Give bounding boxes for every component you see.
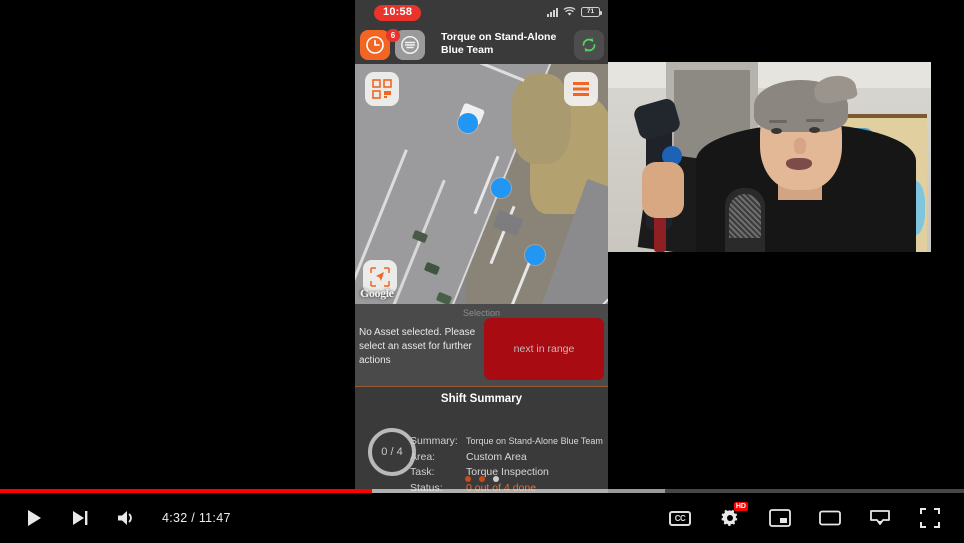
progress-ring: 0 / 4	[368, 428, 416, 476]
webcam-overlay	[608, 62, 931, 252]
map-attribution: Google	[360, 286, 394, 300]
cellular-signal-icon	[547, 7, 558, 17]
theater-mode-icon[interactable]	[810, 498, 850, 538]
presenter-hand	[642, 162, 684, 218]
closed-captions-icon[interactable]: CC	[660, 498, 700, 538]
microphone-mesh	[729, 194, 761, 238]
page-dot[interactable]	[464, 476, 471, 482]
gimbal-red-accent	[654, 212, 666, 252]
phone-status-bar: 10:58 71	[355, 0, 608, 26]
app-title-line2: Blue Team	[441, 44, 494, 56]
hamburger-menu-icon[interactable]	[564, 72, 598, 106]
app-header: 6 Torque on Stand-Alone Blue Team	[355, 26, 608, 64]
next-video-icon[interactable]	[60, 498, 100, 538]
progress-ring-value: 0 / 4	[381, 446, 403, 458]
map-marker[interactable]	[491, 178, 511, 198]
selection-panel: Selection No Asset selected. Please sele…	[355, 304, 608, 386]
time-display: 4:32 / 11:47	[162, 511, 231, 525]
fullscreen-icon[interactable]	[910, 498, 950, 538]
clock-icon[interactable]: 6	[360, 29, 400, 60]
room-ceiling	[608, 62, 931, 88]
captions-label: CC	[669, 510, 691, 526]
gear-icon[interactable]: HD	[710, 498, 750, 538]
shift-summary-title: Shift Summary	[355, 387, 608, 412]
page-dot[interactable]	[478, 476, 485, 482]
summary-rows: Summary: Torque on Stand-Alone Blue Team…	[410, 434, 603, 496]
play-icon[interactable]	[14, 498, 54, 538]
presenter-brow-right	[806, 119, 824, 122]
summary-key: Summary:	[410, 435, 458, 447]
page-dot-active[interactable]	[492, 476, 499, 482]
summary-key: Area:	[410, 450, 436, 463]
summary-value: Torque on Stand-Alone Blue Team	[466, 436, 603, 446]
summary-value: Custom Area	[466, 450, 527, 463]
refresh-sync-icon[interactable]	[574, 30, 604, 60]
status-bar-time: 10:58	[374, 5, 422, 21]
video-control-bar: 4:32 / 11:47 CC HD	[0, 493, 964, 543]
status-bar-indicators: 71	[547, 7, 602, 17]
map-marker[interactable]	[525, 245, 545, 265]
player-right-controls: CC HD	[660, 498, 964, 538]
presenter-eye-left	[771, 128, 782, 134]
volume-icon[interactable]	[106, 498, 146, 538]
no-asset-message: No Asset selected. Please select an asse…	[359, 327, 476, 366]
quality-badge: HD	[733, 502, 748, 511]
page-indicator-dots[interactable]	[355, 476, 608, 482]
app-title: Torque on Stand-Alone Blue Team	[441, 31, 571, 57]
wifi-icon	[563, 7, 576, 16]
battery-icon: 71	[581, 7, 602, 17]
next-in-range-button[interactable]: next in range	[484, 318, 604, 380]
app-title-line1: Torque on Stand-Alone	[441, 31, 557, 43]
presenter-nose	[794, 138, 806, 154]
selection-label: Selection	[462, 308, 501, 318]
presenter-brow-left	[769, 120, 787, 123]
phone-screen-recording: 10:58 71 6 Torque on Stand-Alone Blue Te…	[355, 0, 608, 543]
summary-row-summary: Summary: Torque on Stand-Alone Blue Team	[410, 434, 603, 450]
map-view[interactable]: Google	[355, 64, 608, 304]
presenter-eye-right	[809, 127, 820, 133]
summary-row-area: Area: Custom Area	[410, 450, 603, 466]
map-marker[interactable]	[458, 113, 478, 133]
battery-level: 71	[586, 7, 595, 15]
clock-badge-count: 6	[386, 29, 400, 42]
cast-airplay-icon[interactable]	[860, 498, 900, 538]
presenter-mouth	[786, 158, 812, 170]
miniplayer-icon[interactable]	[760, 498, 800, 538]
qr-scan-icon[interactable]	[365, 72, 399, 106]
player-left-controls: 4:32 / 11:47	[0, 498, 231, 538]
youtube-video-player: 10:58 71 6 Torque on Stand-Alone Blue Te…	[0, 0, 964, 543]
